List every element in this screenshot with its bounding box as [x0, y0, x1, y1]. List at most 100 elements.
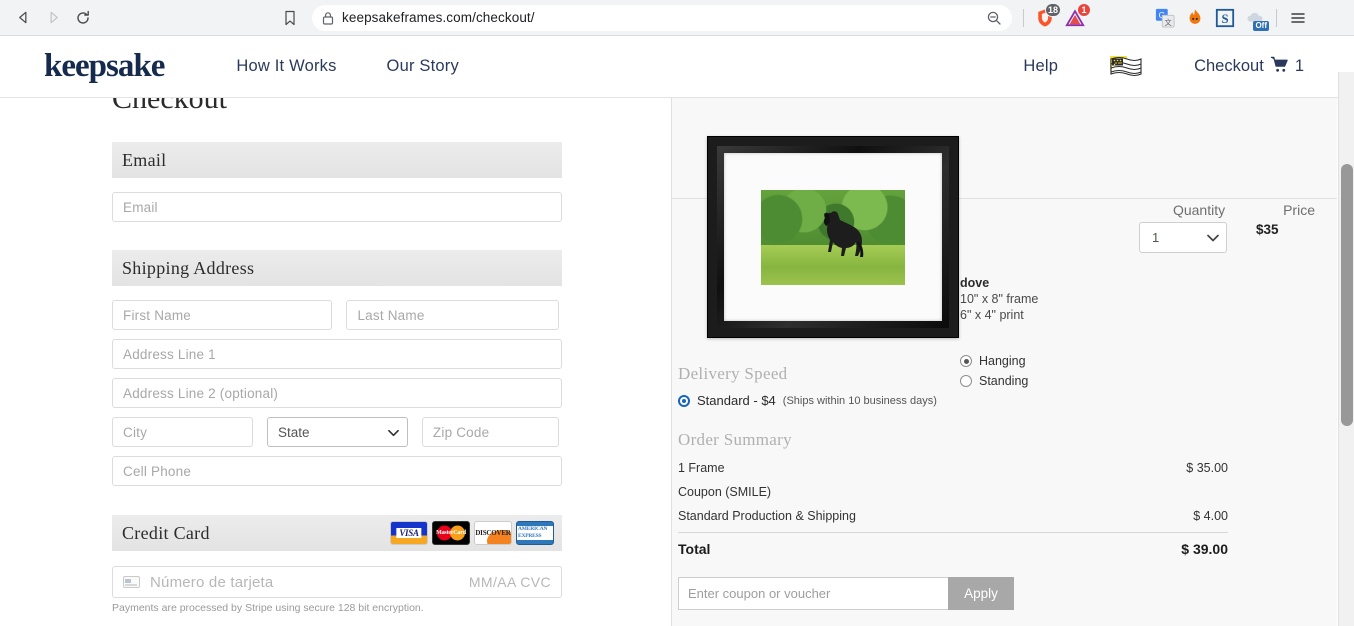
cloud-off-badge: Off	[1253, 20, 1269, 31]
section-header-email: Email	[112, 142, 562, 178]
shipping-section-title: Shipping Address	[122, 257, 255, 278]
zip-placeholder: Zip Code	[432, 424, 490, 440]
mastercard-card-icon: MasterCard	[432, 521, 470, 545]
product-frame-size: 10" x 8" frame	[960, 292, 1039, 306]
address-bar[interactable]: keepsakeframes.com/checkout/	[312, 4, 1012, 31]
us-flag-icon[interactable]	[1106, 52, 1146, 82]
checkout-content: Checkout Email Email Shipping Address Fi…	[0, 98, 1338, 626]
scrollbar-thumb[interactable]	[1341, 164, 1353, 426]
forward-arrow-icon	[38, 4, 68, 32]
browser-toolbar: keepsakeframes.com/checkout/ 18 1 G文 S O…	[0, 0, 1354, 36]
section-header-credit-card: Credit Card VISA MasterCard DISCOVER AME…	[112, 515, 562, 551]
url-text: keepsakeframes.com/checkout/	[342, 10, 535, 25]
visa-card-icon: VISA	[390, 521, 428, 545]
google-translate-icon[interactable]: G文	[1151, 4, 1179, 32]
bookmark-icon[interactable]	[274, 4, 306, 32]
product-photo-black-horse	[761, 189, 905, 285]
last-name-input[interactable]: Last Name	[346, 300, 559, 330]
page-root: keepsake How It Works Our Story Help Che…	[0, 36, 1354, 626]
page-scrollbar[interactable]	[1338, 72, 1354, 626]
apply-coupon-button[interactable]: Apply	[948, 577, 1014, 610]
delivery-option-standard[interactable]: Standard - $4 (Ships within 10 business …	[678, 393, 1258, 408]
chevron-down-icon	[388, 425, 399, 440]
email-section-title: Email	[122, 149, 167, 170]
page-title: Checkout	[112, 98, 227, 115]
quantity-select[interactable]: 1	[1139, 222, 1227, 253]
order-summary-heading: Order Summary	[678, 430, 792, 449]
email-input[interactable]: Email	[112, 192, 562, 222]
site-logo[interactable]: keepsake	[44, 48, 165, 85]
warning-triangle-icon[interactable]: 1	[1061, 2, 1091, 32]
summary-row: 1 Frame $ 35.00	[678, 456, 1228, 480]
summary-row-amount: $ 4.00	[1193, 509, 1228, 523]
credit-card-section-title: Credit Card	[122, 522, 210, 543]
product-frame-preview	[707, 136, 959, 338]
delivery-speed-heading: Delivery Speed	[678, 364, 788, 383]
quantity-selected-value: 1	[1152, 230, 1160, 245]
address2-placeholder: Address Line 2 (optional)	[123, 385, 279, 401]
card-number-input[interactable]: Número de tarjeta MM/AA CVC	[112, 566, 562, 598]
shopping-cart-icon	[1270, 55, 1289, 78]
discover-card-icon: DISCOVER	[474, 521, 512, 545]
nav-item-our-story[interactable]: Our Story	[387, 57, 459, 76]
product-info: dove 10" x 8" frame 6" x 4" print	[960, 276, 1038, 322]
nav-item-how-it-works[interactable]: How It Works	[236, 57, 336, 76]
first-name-placeholder: First Name	[123, 307, 192, 323]
toolbar-divider-2	[1276, 8, 1277, 27]
accepted-cards: VISA MasterCard DISCOVER AMERICAN EXPRES…	[390, 521, 554, 545]
first-name-input[interactable]: First Name	[112, 300, 333, 330]
product-print-size: 6" x 4" print	[960, 308, 1024, 322]
product-name: dove	[960, 276, 990, 290]
frame-mat	[724, 153, 942, 321]
zip-code-input[interactable]: Zip Code	[421, 417, 559, 447]
section-header-shipping: Shipping Address	[112, 250, 562, 286]
city-input[interactable]: City	[112, 417, 253, 447]
checkout-form-column: Checkout Email Email Shipping Address Fi…	[0, 98, 672, 626]
card-expiry-cvc-placeholder: MM/AA CVC	[468, 574, 551, 590]
total-label: Total	[678, 541, 711, 557]
checkout-label: Checkout	[1194, 57, 1264, 75]
brave-shields-badge: 18	[1044, 2, 1061, 17]
order-column-headers: Quantity Price	[1173, 202, 1315, 218]
coupon-form: Enter coupon or voucher Apply	[678, 577, 1258, 610]
cart-count: 1	[1294, 57, 1304, 75]
summary-row-amount: $ 35.00	[1186, 461, 1228, 475]
lock-icon	[322, 11, 334, 25]
summary-row-label: 1 Frame	[678, 461, 725, 475]
chevron-down-icon	[1207, 230, 1219, 245]
state-selected-value: State	[277, 424, 310, 440]
help-link[interactable]: Help	[1023, 57, 1058, 76]
cloud-off-icon[interactable]: Off	[1241, 4, 1269, 32]
coupon-input[interactable]: Enter coupon or voucher	[678, 577, 948, 610]
standard-delivery-label: Standard - $4	[697, 393, 776, 408]
brave-shields-icon[interactable]: 18	[1031, 2, 1061, 32]
last-name-placeholder: Last Name	[357, 307, 425, 323]
s-extension-icon[interactable]: S	[1211, 4, 1239, 32]
standard-delivery-note: (Ships within 10 business days)	[782, 394, 937, 407]
standard-delivery-radio[interactable]	[678, 394, 690, 407]
back-arrow-icon[interactable]	[8, 4, 38, 32]
summary-row: Coupon (SMILE)	[678, 480, 1228, 504]
frame-moulding	[717, 146, 949, 328]
summary-row-label: Coupon (SMILE)	[678, 485, 772, 499]
summary-total-row: Total $ 39.00	[678, 532, 1228, 557]
credit-card-icon	[123, 576, 140, 588]
checkout-cart-link[interactable]: Checkout 1	[1194, 55, 1304, 78]
extension-tray: 18 1 G文 S Off	[1018, 2, 1312, 32]
svg-text:文: 文	[1165, 17, 1173, 26]
state-select[interactable]: State	[266, 417, 408, 447]
flame-icon[interactable]	[1181, 4, 1209, 32]
phone-placeholder: Cell Phone	[123, 463, 192, 479]
site-header: keepsake How It Works Our Story Help Che…	[0, 36, 1338, 98]
address-line-2-input[interactable]: Address Line 2 (optional)	[112, 378, 562, 408]
header-actions: Help Checkout 1	[1023, 52, 1338, 82]
horse-silhouette-icon	[823, 210, 863, 257]
cell-phone-input[interactable]: Cell Phone	[112, 456, 562, 486]
zoom-out-icon[interactable]	[986, 10, 1002, 26]
hamburger-menu-icon[interactable]	[1284, 4, 1312, 32]
reload-icon[interactable]	[68, 4, 98, 32]
address-line-1-input[interactable]: Address Line 1	[112, 339, 562, 369]
amex-card-icon: AMERICAN EXPRESS	[516, 521, 554, 545]
email-placeholder: Email	[123, 199, 158, 215]
address1-placeholder: Address Line 1	[123, 346, 216, 362]
